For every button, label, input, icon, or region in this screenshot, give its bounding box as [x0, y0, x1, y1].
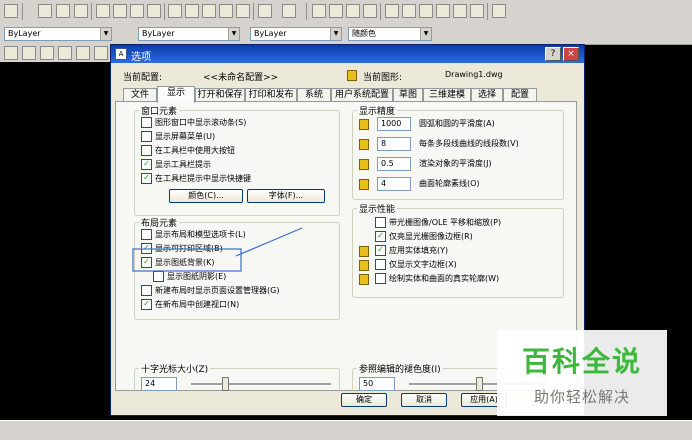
watermark: 百科全说 助你轻松解决	[497, 330, 667, 416]
highlight-box	[132, 248, 242, 272]
watermark-title: 百科全说	[521, 345, 642, 378]
pointer-line	[235, 227, 303, 257]
status-bar	[0, 420, 692, 440]
tab-display[interactable]: 显示	[157, 86, 195, 103]
watermark-subtitle: 助你轻松解决	[533, 388, 630, 406]
